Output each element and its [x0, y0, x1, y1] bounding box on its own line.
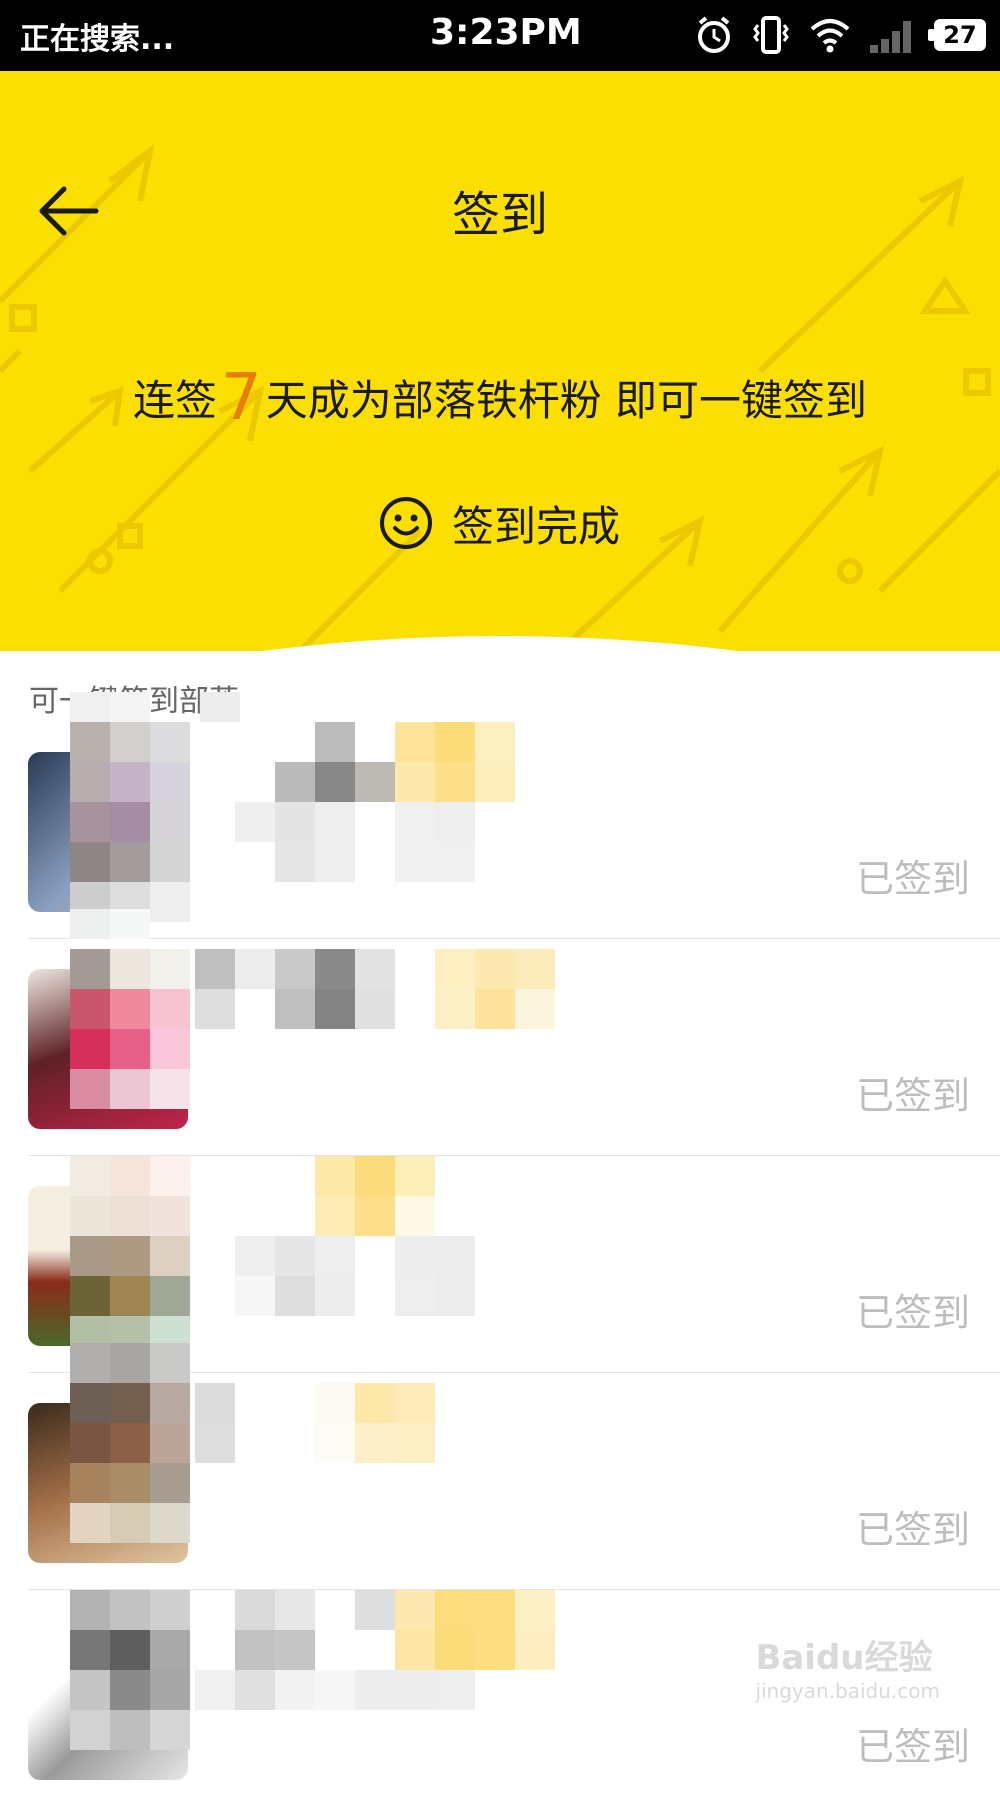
- signed-in-status: 已签到: [855, 1074, 970, 1118]
- smiley-icon: [380, 497, 432, 549]
- pixelated-name: [70, 909, 555, 1109]
- pixelated-name: [70, 1156, 475, 1356]
- watermark: Baidu经验 jingyan.baidu.com: [755, 1630, 940, 1703]
- alarm-icon: [698, 16, 730, 53]
- promo-days: 7: [220, 361, 262, 435]
- signin-header: 签到 连签7天成为部落铁杆粉 即可一键签到 签到完成: [0, 71, 1000, 651]
- signed-in-status: 已签到: [855, 1291, 970, 1335]
- signed-in-status: 已签到: [855, 857, 970, 901]
- pixelated-name: [70, 1590, 555, 1750]
- pixelated-name: [70, 1343, 435, 1543]
- signin-done-label: 签到完成: [452, 501, 621, 551]
- promo-prefix: 连签: [132, 376, 217, 425]
- watermark-brand: Baidu经验: [755, 1638, 933, 1678]
- watermark-url: jingyan.baidu.com: [755, 1679, 940, 1703]
- status-app-text: 正在搜索...: [20, 22, 175, 57]
- page-title: 签到: [451, 187, 548, 243]
- pixelated-name: [70, 692, 515, 922]
- wifi-icon: [810, 19, 850, 53]
- list-item[interactable]: 已签到: [28, 1156, 1000, 1373]
- status-icons: 27: [694, 12, 986, 58]
- battery-indicator: 27: [928, 19, 986, 51]
- signed-in-status: 已签到: [855, 1508, 970, 1552]
- vibrate-icon: [753, 16, 789, 54]
- streak-promo-text: 连签7天成为部落铁杆粉 即可一键签到: [0, 361, 1000, 435]
- list-item[interactable]: 已签到: [28, 692, 1000, 939]
- status-time: 3:23PM: [430, 12, 582, 53]
- signed-in-status: 已签到: [855, 1725, 970, 1769]
- list-item[interactable]: 已签到: [28, 909, 1000, 1156]
- signal-icon: [870, 21, 911, 53]
- signin-done-status: 签到完成: [378, 493, 620, 553]
- promo-suffix: 天成为部落铁杆粉 即可一键签到: [265, 376, 868, 425]
- status-bar: 正在搜索... 3:23PM 27: [0, 0, 1000, 71]
- list-item[interactable]: 已签到: [28, 1343, 1000, 1590]
